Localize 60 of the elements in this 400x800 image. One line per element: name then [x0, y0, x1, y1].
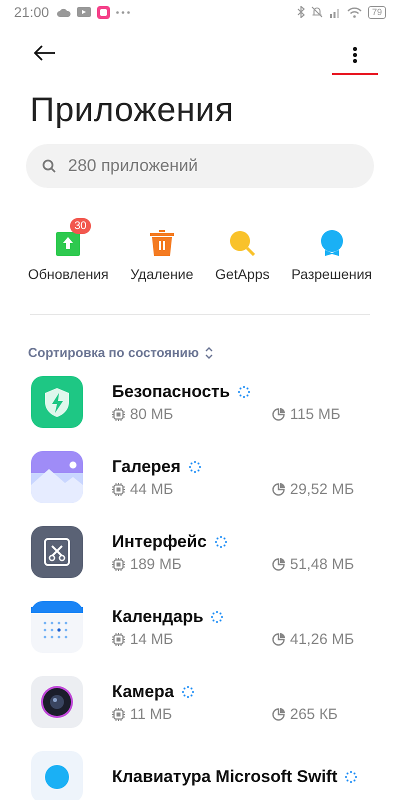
highlight-underline [332, 73, 378, 75]
loading-icon [345, 771, 358, 783]
cloud-icon [57, 8, 72, 16]
wifi-icon [346, 6, 362, 18]
app-name: Камера [112, 682, 174, 702]
more-icon [353, 47, 357, 63]
count-badge: 30 [70, 218, 91, 234]
app-icon [97, 6, 110, 18]
chip-icon [112, 632, 125, 646]
loading-icon [211, 610, 224, 622]
shortcut-button[interactable]: GetApps [209, 216, 276, 284]
loading-icon [238, 386, 250, 398]
chip-icon [112, 558, 125, 570]
memory-size: 11 МБ [130, 706, 172, 722]
loading-icon [214, 536, 227, 548]
shortcut-button[interactable]: 30 Обновления [22, 216, 115, 284]
storage-size: 115 МБ [290, 406, 340, 422]
more-icon [116, 10, 130, 14]
sort-arrows-icon [204, 346, 213, 358]
page-title: Приложения [30, 90, 235, 131]
storage-size: 265 КБ [290, 706, 338, 722]
sort-button[interactable]: Сортировка по состоянию [28, 345, 213, 360]
chip-icon [112, 408, 125, 420]
loading-icon [188, 460, 201, 472]
pie-chart-icon [272, 482, 285, 496]
storage-size: 51,48 МБ [290, 556, 354, 572]
chip-icon [112, 708, 125, 720]
storage-size: 41,26 МБ [290, 630, 354, 648]
trash-icon [150, 230, 174, 256]
status-time: 21:00 [14, 4, 50, 20]
magnifier-icon [229, 230, 256, 256]
memory-size: 14 МБ [130, 630, 174, 648]
back-arrow-icon [34, 45, 56, 61]
user-icon [320, 230, 344, 256]
memory-size: 44 МБ [130, 480, 174, 498]
shortcut-button[interactable]: Разрешения [285, 216, 378, 284]
loading-icon [182, 686, 194, 698]
video-icon [77, 7, 92, 17]
pie-chart-icon [272, 558, 285, 570]
pie-chart-icon [272, 708, 285, 720]
storage-size: 29,52 МБ [290, 480, 354, 498]
search-field[interactable]: 280 приложений [26, 144, 374, 188]
app-icon[interactable] [31, 526, 83, 578]
app-name: Интерфейс [112, 532, 207, 552]
app-name: Клавиатура Microsoft Swift [112, 767, 338, 787]
memory-size: 80 МБ [130, 406, 174, 422]
signal-icon [328, 6, 341, 18]
battery-indicator: 79 [368, 6, 386, 18]
bluetooth-icon [296, 6, 305, 18]
pie-chart-icon [272, 408, 285, 420]
app-name: Календарь [112, 606, 204, 626]
app-name: Галерея [112, 456, 181, 476]
bell-off-icon [310, 6, 323, 18]
upload-icon [56, 232, 80, 256]
app-icon[interactable] [31, 676, 83, 728]
chip-icon [112, 482, 125, 496]
pie-chart-icon [272, 632, 285, 646]
shortcut-button[interactable]: Удаление [124, 216, 200, 284]
app-name: Безопасность [112, 382, 230, 402]
memory-size: 189 МБ [130, 556, 182, 572]
